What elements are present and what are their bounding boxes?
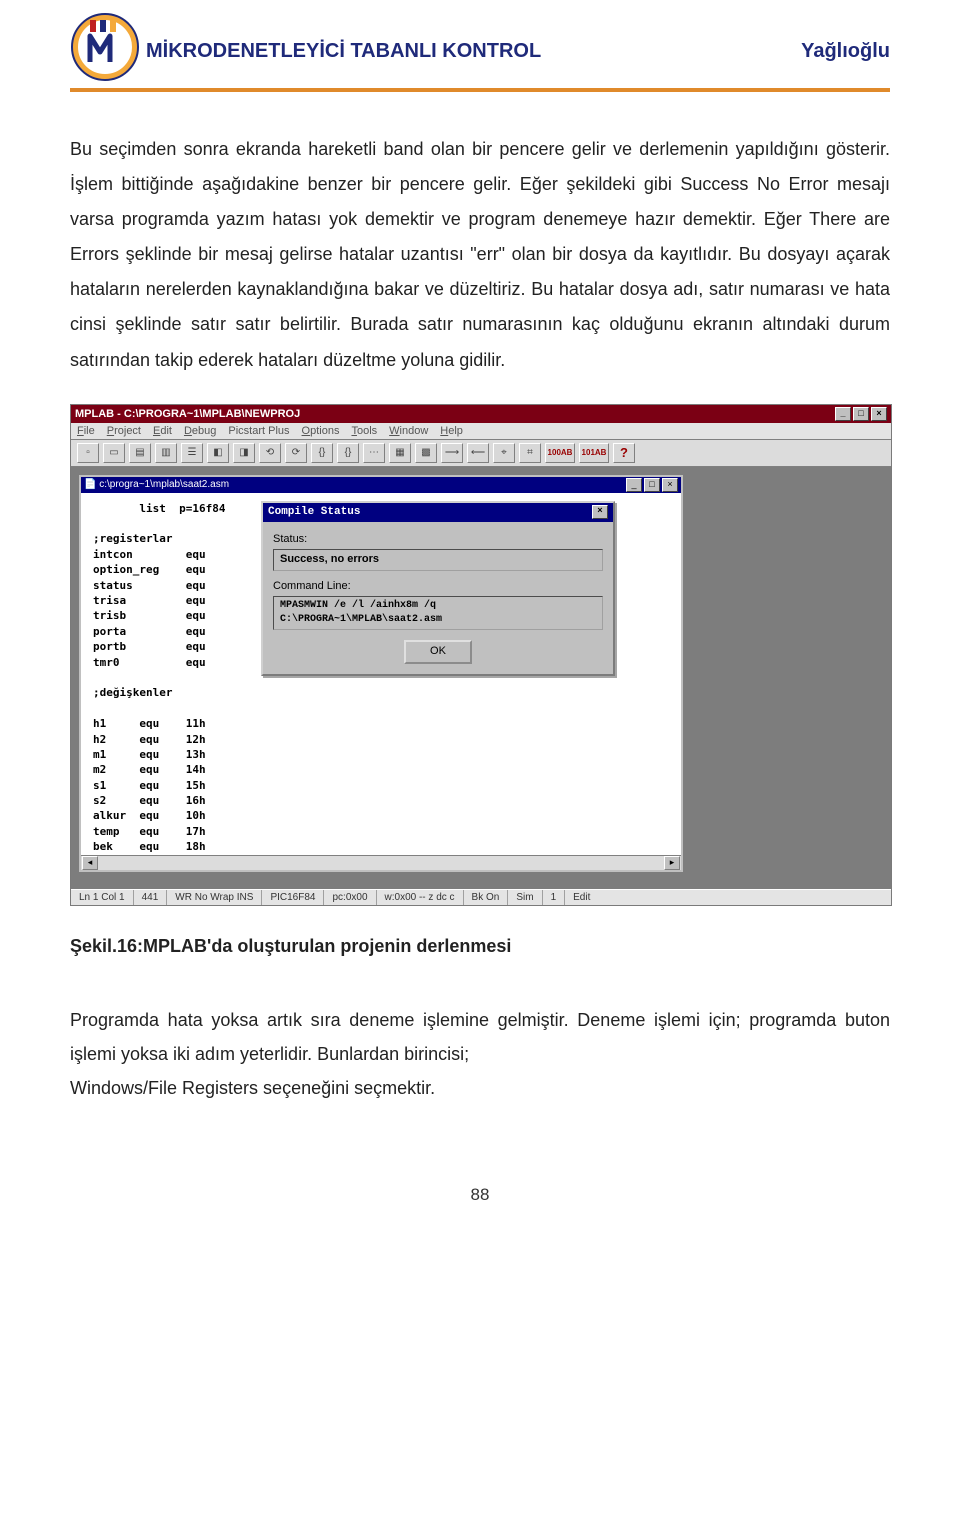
compile-dialog-titlebar: Compile Status ×: [263, 503, 613, 522]
menu-bar: File Project Edit Debug Picstart Plus Op…: [71, 423, 891, 440]
toolbar-button[interactable]: ▭: [103, 443, 125, 463]
horizontal-scrollbar[interactable]: ◂ ▸: [81, 855, 681, 870]
status-edit: Edit: [565, 890, 891, 905]
toolbar-button[interactable]: {}: [311, 443, 333, 463]
toolbar-button[interactable]: ◨: [233, 443, 255, 463]
status-wreg: w:0x00 -- z dc c: [377, 890, 464, 905]
paragraph-3: Windows/File Registers seçeneğini seçmek…: [70, 1071, 890, 1105]
command-line-value: MPASMWIN /e /l /ainhx8m /q C:\PROGRA~1\M…: [273, 596, 603, 630]
scroll-right-icon[interactable]: ▸: [664, 856, 680, 870]
paragraph-2: Programda hata yoksa artık sıra deneme i…: [70, 1003, 890, 1071]
status-mode: WR No Wrap INS: [167, 890, 262, 905]
toolbar-button[interactable]: 101AB: [579, 443, 609, 463]
menu-tools[interactable]: Tools: [351, 425, 377, 437]
status-sim: Sim: [508, 890, 542, 905]
menu-options[interactable]: Options: [302, 425, 340, 437]
status-label: Status:: [273, 532, 603, 547]
menu-project[interactable]: Project: [107, 425, 141, 437]
page-header: MİKRODENETLEYİCİ TABANLI KONTROL Yağlıoğ…: [70, 40, 890, 82]
toolbar-button[interactable]: ▦: [389, 443, 411, 463]
status-bk: Bk On: [464, 890, 509, 905]
toolbar-button[interactable]: ⟲: [259, 443, 281, 463]
help-button[interactable]: ?: [613, 443, 635, 463]
toolbar-button[interactable]: ⟵: [467, 443, 489, 463]
paragraph-1: Bu seçimden sonra ekranda hareketli band…: [70, 132, 890, 378]
toolbar-button[interactable]: {}: [337, 443, 359, 463]
university-logo: [70, 12, 140, 82]
header-rule: [70, 88, 890, 92]
toolbar-button[interactable]: ⟳: [285, 443, 307, 463]
page-number: 88: [70, 1185, 890, 1205]
status-cursor: Ln 1 Col 1: [71, 890, 134, 905]
compile-close-button[interactable]: ×: [592, 505, 608, 519]
toolbar-button[interactable]: ▫: [77, 443, 99, 463]
mdi-workspace: 📄 c:\progra~1\mplab\saat2.asm _ □ × list…: [71, 467, 891, 889]
ok-button[interactable]: OK: [404, 640, 472, 663]
editor-window: 📄 c:\progra~1\mplab\saat2.asm _ □ × list…: [79, 475, 683, 872]
toolbar-button[interactable]: ▩: [415, 443, 437, 463]
menu-help[interactable]: Help: [440, 425, 463, 437]
toolbar-button[interactable]: ▤: [129, 443, 151, 463]
menu-picstart[interactable]: Picstart Plus: [228, 425, 289, 437]
status-bar: Ln 1 Col 1 441 WR No Wrap INS PIC16F84 p…: [71, 889, 891, 905]
toolbar-button[interactable]: ◧: [207, 443, 229, 463]
toolbar-button[interactable]: ⟶: [441, 443, 463, 463]
mplab-titlebar: MPLAB - C:\PROGRA~1\MPLAB\NEWPROJ _ □ ×: [71, 405, 891, 423]
editor-title-text: c:\progra~1\mplab\saat2.asm: [99, 479, 229, 490]
menu-file[interactable]: File: [77, 425, 95, 437]
status-device: PIC16F84: [262, 890, 324, 905]
toolbar: ▫ ▭ ▤ ▥ ☰ ◧ ◨ ⟲ ⟳ {} {} ⋯ ▦ ▩ ⟶ ⟵ ⌖ ⌗ 10…: [71, 440, 891, 467]
toolbar-button[interactable]: ⌖: [493, 443, 515, 463]
status-value: Success, no errors: [273, 549, 603, 570]
command-line-label: Command Line:: [273, 579, 603, 594]
code-editor[interactable]: list p=16f84 ;registerlar intcon equ opt…: [81, 493, 681, 855]
status-num: 1: [543, 890, 566, 905]
mplab-window: MPLAB - C:\PROGRA~1\MPLAB\NEWPROJ _ □ × …: [70, 404, 892, 906]
mplab-title-text: MPLAB - C:\PROGRA~1\MPLAB\NEWPROJ: [75, 408, 300, 420]
doc-author: Yağlıoğlu: [801, 40, 890, 63]
menu-window[interactable]: Window: [389, 425, 428, 437]
minimize-button[interactable]: _: [835, 407, 851, 421]
status-pc: pc:0x00: [324, 890, 376, 905]
scroll-left-icon[interactable]: ◂: [82, 856, 98, 870]
toolbar-button[interactable]: ⌗: [519, 443, 541, 463]
toolbar-button[interactable]: ⋯: [363, 443, 385, 463]
compile-dialog-title: Compile Status: [268, 505, 360, 520]
toolbar-button[interactable]: ▥: [155, 443, 177, 463]
close-button[interactable]: ×: [871, 407, 887, 421]
menu-edit[interactable]: Edit: [153, 425, 172, 437]
compile-status-dialog: Compile Status × Status: Success, no err…: [261, 501, 615, 676]
window-controls: _ □ ×: [835, 407, 887, 421]
editor-maximize-button[interactable]: □: [644, 478, 660, 492]
toolbar-button[interactable]: 100AB: [545, 443, 575, 463]
menu-debug[interactable]: Debug: [184, 425, 216, 437]
doc-title: MİKRODENETLEYİCİ TABANLI KONTROL: [146, 40, 541, 63]
editor-titlebar: 📄 c:\progra~1\mplab\saat2.asm _ □ ×: [81, 477, 681, 493]
maximize-button[interactable]: □: [853, 407, 869, 421]
status-size: 441: [134, 890, 168, 905]
editor-close-button[interactable]: ×: [662, 478, 678, 492]
editor-minimize-button[interactable]: _: [626, 478, 642, 492]
figure-caption: Şekil.16:MPLAB'da oluşturulan projenin d…: [70, 936, 890, 957]
toolbar-button[interactable]: ☰: [181, 443, 203, 463]
